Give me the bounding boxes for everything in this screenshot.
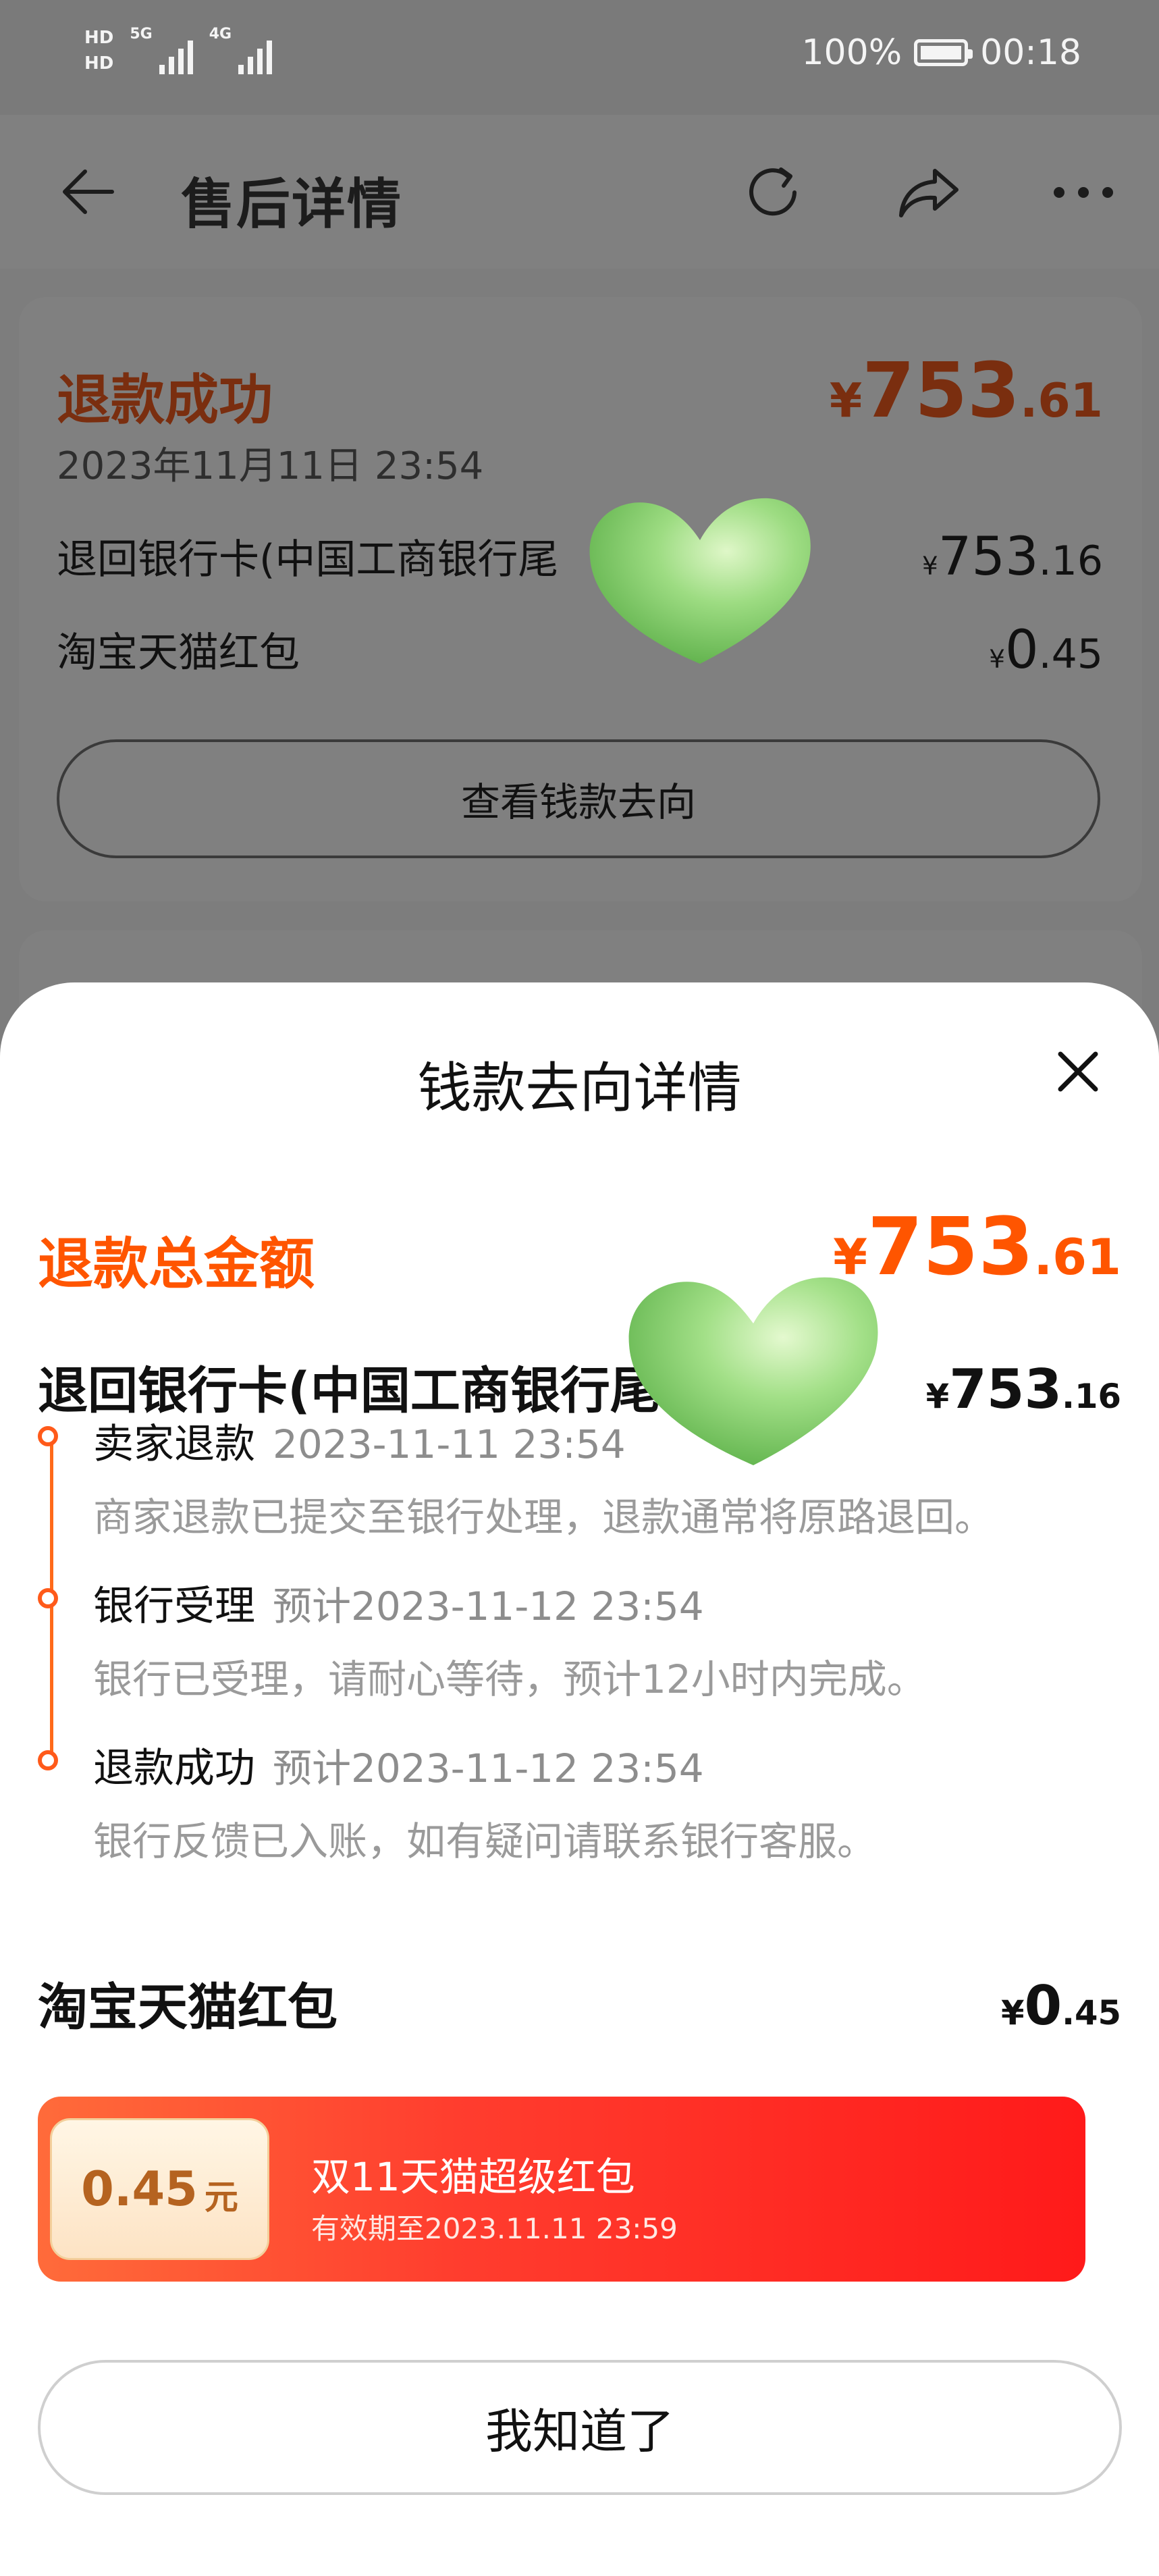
- refund-date: 2023年11月11日 23:54: [57, 444, 484, 488]
- back-arrow-icon[interactable]: [61, 167, 115, 216]
- view-fund-flow-button[interactable]: 查看钱款去向: [57, 739, 1100, 858]
- step-desc: 银行已受理，请耐心等待，预计12小时内完成。: [93, 1656, 926, 1702]
- hd-badges: HD HD: [84, 27, 113, 74]
- coupon-expiry: 有效期至2023.11.11 23:59: [311, 2212, 678, 2245]
- step-name: 卖家退款: [93, 1421, 255, 1468]
- refresh-icon[interactable]: [736, 155, 810, 230]
- step-time: 2023-11-11 23:54: [273, 1421, 626, 1467]
- page-title: 售后详情: [181, 173, 402, 236]
- coupon-value-unit: 元: [204, 2178, 238, 2217]
- battery-icon: [914, 39, 973, 66]
- step-time: 预计2023-11-12 23:54: [273, 1745, 704, 1791]
- signal-4g: 4G: [209, 26, 273, 74]
- more-icon[interactable]: [1046, 155, 1121, 230]
- total-refund-label: 退款总金额: [38, 1232, 315, 1296]
- heart-sticker-icon: [628, 1277, 878, 1465]
- battery-percent: 100%: [801, 32, 902, 73]
- status-right: 100% 00:18: [801, 32, 1081, 73]
- heart-sticker-icon: [589, 498, 811, 664]
- status-bar: HD HD 5G 4G 100% 00:18: [0, 0, 1159, 115]
- step-desc: 商家退款已提交至银行处理，退款通常将原路退回。: [93, 1494, 994, 1540]
- step-name: 银行受理: [93, 1583, 255, 1630]
- refund-row-label: 退回银行卡(中国工商银行尾: [57, 536, 559, 583]
- refund-row-label: 淘宝天猫红包: [57, 629, 300, 677]
- step-name: 退款成功: [93, 1745, 255, 1792]
- signal-5g: 5G: [130, 26, 193, 74]
- confirm-button[interactable]: 我知道了: [38, 2360, 1122, 2495]
- redpacket-label: 淘宝天猫红包: [38, 1978, 338, 2036]
- refund-amount: ¥753.61: [829, 347, 1103, 435]
- timeline-dot: [38, 1750, 58, 1770]
- refund-row-amount: ¥753.16: [922, 527, 1103, 587]
- share-icon[interactable]: [891, 155, 965, 230]
- refund-row-amount: ¥0.45: [989, 620, 1103, 681]
- refund-summary-card: 退款成功 ¥753.61 2023年11月11日 23:54 退回银行卡(中国工…: [19, 297, 1142, 901]
- timeline-dot: [38, 1588, 58, 1608]
- bank-refund-amount: ¥753.16: [925, 1358, 1121, 1421]
- step-time: 预计2023-11-12 23:54: [273, 1583, 704, 1629]
- hd-badge-2: HD: [84, 53, 114, 74]
- hd-badge-1: HD: [84, 28, 114, 48]
- nav-bar: 售后详情: [0, 115, 1159, 269]
- timeline-dot: [38, 1426, 58, 1446]
- network-indicators: HD HD 5G 4G: [84, 26, 273, 74]
- clock: 00:18: [980, 32, 1081, 73]
- refund-status: 退款成功: [57, 369, 273, 431]
- page-content: 退款成功 ¥753.61 2023年11月11日 23:54 退回银行卡(中国工…: [0, 269, 1159, 1066]
- network-type-4g: 4G: [209, 26, 232, 43]
- redpacket-row: 淘宝天猫红包 ¥0.45: [38, 1967, 1121, 2039]
- coupon-value-number: 0.45: [81, 2161, 198, 2217]
- redpacket-amount: ¥0.45: [1000, 1974, 1121, 2037]
- sheet-title: 钱款去向详情: [417, 1057, 742, 1120]
- refund-row-redpacket: 淘宝天猫红包 ¥0.45: [57, 620, 1103, 681]
- coupon-name: 双11天猫超级红包: [311, 2154, 635, 2200]
- coupon-value: 0.45 元: [50, 2118, 269, 2260]
- fund-flow-sheet: 钱款去向详情 退款总金额 ¥753.61 退回银行卡(中国工商银行尾 ¥753.…: [0, 982, 1159, 2576]
- refund-row-bank: 退回银行卡(中国工商银行尾 ¥753.16: [57, 527, 1103, 587]
- close-icon[interactable]: [1051, 1045, 1105, 1099]
- network-type-5g: 5G: [130, 26, 153, 43]
- step-desc: 银行反馈已入账，如有疑问请联系银行客服。: [93, 1818, 877, 1864]
- redpacket-coupon: 0.45 元 双11天猫超级红包 有效期至2023.11.11 23:59: [38, 2097, 1085, 2282]
